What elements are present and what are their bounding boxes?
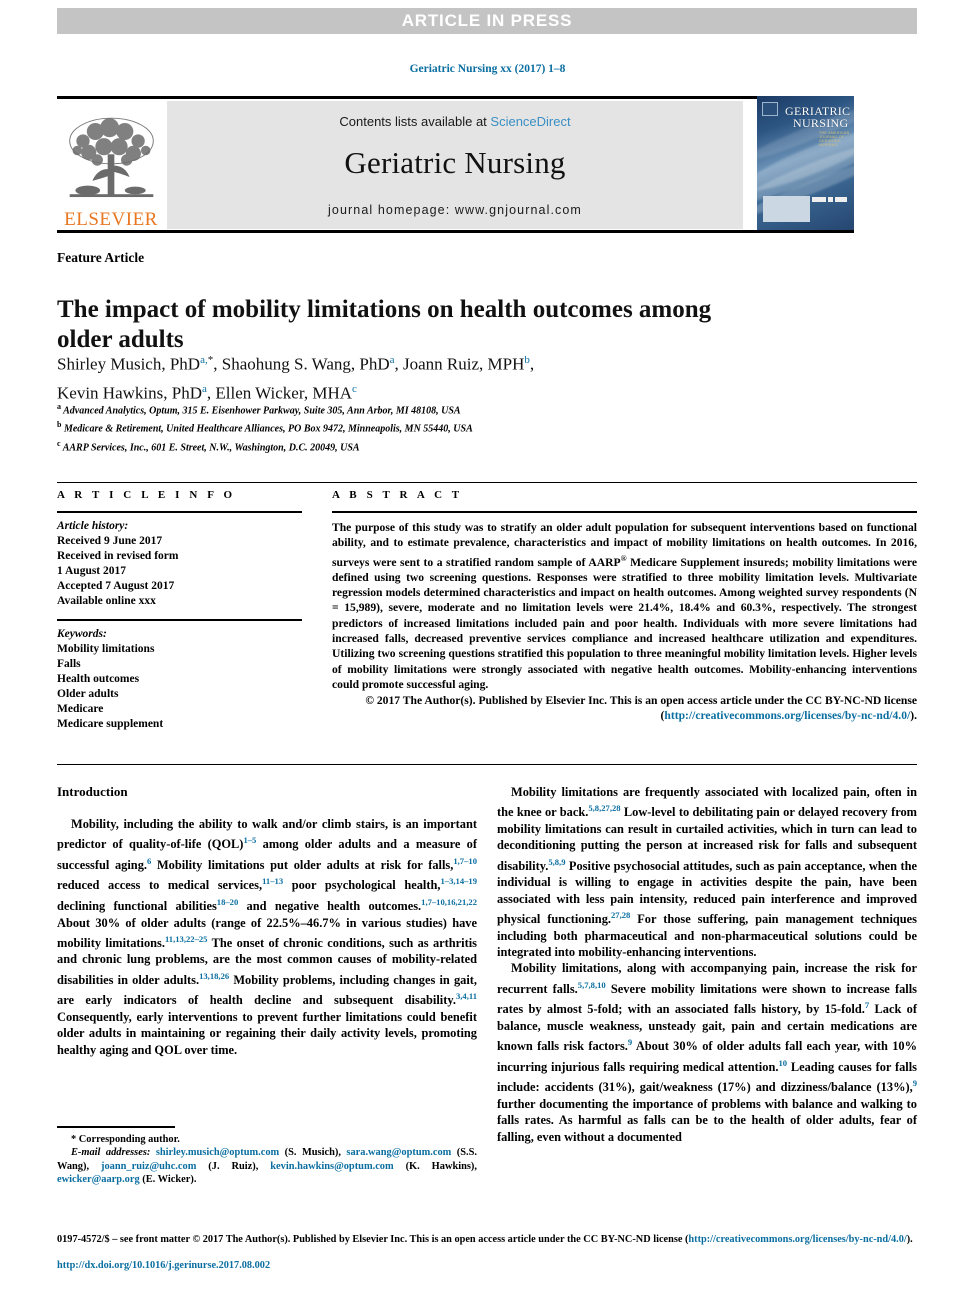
doi-anchor[interactable]: http://dx.doi.org/10.1016/j.gerinurse.20…	[57, 1260, 270, 1271]
doi-link[interactable]: http://dx.doi.org/10.1016/j.gerinurse.20…	[57, 1260, 270, 1271]
cover-indexing-marks	[811, 197, 849, 215]
cover-title-text: GERIATRIC NURSING	[785, 104, 851, 130]
article-info-heading: A R T I C L E I N F O	[57, 489, 236, 501]
abstract-heading-rule	[332, 511, 917, 513]
keyword-item: Mobility limitations	[57, 643, 155, 655]
body-paragraph: Mobility limitations, along with accompa…	[497, 961, 918, 1144]
journal-title: Geriatric Nursing	[344, 145, 566, 180]
email-addresses-note: E-mail addresses: shirley.musich@optum.c…	[57, 1147, 478, 1186]
info-band-top-rule	[57, 482, 917, 483]
running-head-citation: Geriatric Nursing xx (2017) 1–8	[409, 63, 566, 75]
body-top-rule	[57, 764, 917, 765]
keyword-item: Health outcomes	[57, 673, 140, 685]
article-history-item: Accepted 7 August 2017	[57, 580, 175, 592]
article-history-item: Received in revised form	[57, 550, 179, 562]
abstract-heading: A B S T R A C T	[332, 489, 463, 501]
journal-cover-thumbnail: GERIATRIC NURSING THE AMERICAN JOURNAL O…	[757, 96, 854, 233]
article-history-block: Article history: Received 9 June 2017 Rec…	[57, 519, 302, 609]
body-left-column: Introduction Mobility, including the abi…	[57, 784, 477, 1058]
author-list: Shirley Musich, PhDa,*, Shaohung S. Wang…	[57, 354, 535, 403]
affiliation-item: c AARP Services, Inc., 601 E. Street, N.…	[57, 438, 360, 453]
article-in-press-banner: ARTICLE IN PRESS	[57, 8, 917, 34]
body-paragraph: Mobility, including the ability to walk …	[57, 817, 478, 1057]
body-paragraph: Mobility limitations are frequently asso…	[497, 785, 917, 960]
page-title: The impact of mobility limitations on he…	[57, 295, 712, 353]
keyword-item: Medicare supplement	[57, 718, 164, 730]
issn-copyright-line: 0197-4572/$ – see front matter © 2017 Th…	[57, 1234, 913, 1245]
journal-masthead: ELSEVIER Contents lists available at Sci…	[57, 96, 917, 233]
elsevier-logo: ELSEVIER	[57, 101, 165, 229]
article-history-item: 1 August 2017	[57, 565, 127, 577]
article-history-item: Received 9 June 2017	[57, 535, 163, 547]
article-info-column: A R T I C L E I N F O Article history: R…	[57, 489, 302, 732]
article-in-press-label: ARTICLE IN PRESS	[401, 11, 573, 30]
keyword-item: Medicare	[57, 703, 104, 715]
article-type-label: Feature Article	[57, 250, 145, 265]
keywords-divider-rule	[57, 619, 302, 621]
affiliation-list: a Advanced Analytics, Optum, 315 E. Eise…	[57, 400, 757, 455]
elsevier-tree-icon	[68, 117, 154, 198]
cover-subtitle-text: THE AMERICAN JOURNAL OF GERIATRIC NURSIN…	[819, 131, 850, 147]
footnote-separator-rule	[57, 1126, 175, 1128]
body-right-column: Mobility limitations are frequently asso…	[497, 784, 917, 1145]
article-history-label: Article history:	[57, 520, 129, 532]
keywords-label: Keywords:	[57, 628, 107, 640]
article-history-lines: Received 9 June 2017 Received in revised …	[57, 534, 302, 609]
elsevier-wordmark: ELSEVIER	[64, 209, 158, 230]
masthead-center-panel: Contents lists available at ScienceDirec…	[167, 101, 743, 229]
contents-available-line: Contents lists available at ScienceDirec…	[339, 114, 570, 129]
journal-homepage-line: journal homepage: www.gnjournal.com	[328, 203, 582, 217]
abstract-column: A B S T R A C T The purpose of this stud…	[332, 489, 917, 724]
affiliation-item: a Advanced Analytics, Optum, 315 E. Eise…	[57, 402, 461, 417]
cover-white-box	[763, 196, 810, 222]
affiliation-item: b Medicare & Retirement, United Healthca…	[57, 420, 473, 435]
article-info-heading-rule	[57, 511, 302, 513]
keyword-item: Falls	[57, 658, 81, 670]
corresponding-author-note: * Corresponding author.	[71, 1134, 180, 1145]
article-history-item: Available online xxx	[57, 595, 156, 607]
keyword-item: Older adults	[57, 688, 119, 700]
cover-badge-icon	[762, 102, 778, 116]
left-column-paragraphs: Mobility, including the ability to walk …	[57, 816, 477, 1058]
masthead-bottom-rule	[57, 230, 854, 233]
keyword-list: Mobility limitations Falls Health outcomes…	[57, 642, 302, 732]
right-column-paragraphs: Mobility limitations are frequently asso…	[497, 784, 917, 1145]
contents-prefix-text: Contents lists available at	[339, 114, 491, 129]
section-heading-introduction: Introduction	[57, 784, 128, 799]
masthead-top-rule	[57, 96, 854, 99]
footnote-block: * Corresponding author. E-mail addresses…	[57, 1133, 477, 1187]
keywords-block: Keywords: Mobility limitations Falls Healt…	[57, 627, 302, 732]
abstract-text: The purpose of this study was to stratif…	[332, 521, 917, 691]
abstract-copyright-line: © 2017 The Author(s). Published by Elsev…	[365, 694, 917, 723]
sciencedirect-link[interactable]: ScienceDirect	[490, 114, 570, 129]
